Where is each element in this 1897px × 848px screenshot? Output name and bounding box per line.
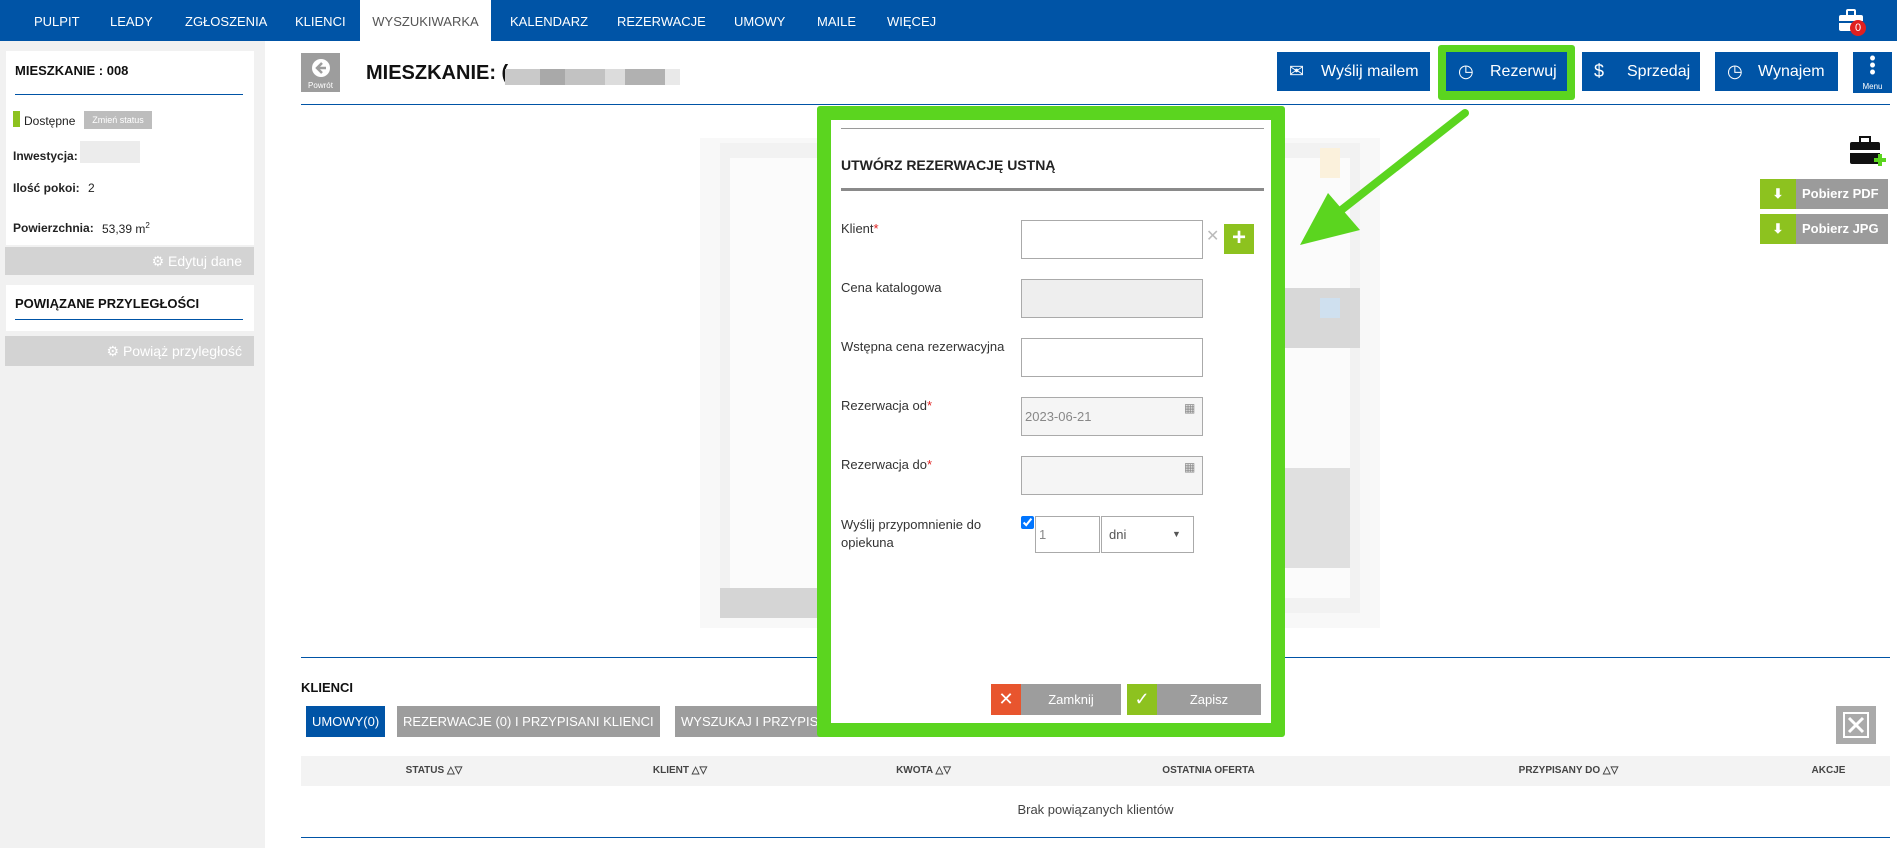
rooms-value: 2 [88,181,95,195]
check-icon: ✓ [1127,684,1157,715]
nav-item-pulpit[interactable]: PULPIT [17,0,97,41]
tab-search-assign[interactable]: WYSZUKAJ I PRZYPIS [675,706,825,737]
reservation-modal: UTWÓRZ REZERWACJĘ USTNĄ Klient* ✕ + Cena… [817,106,1285,737]
menu-button[interactable]: • • • Menu [1853,48,1892,93]
nav-item-kalendarz[interactable]: KALENDARZ [493,0,605,41]
chevron-down-icon: ▼ [1172,529,1181,539]
reminder-days-input[interactable] [1035,516,1100,553]
nav-item-umowy[interactable]: UMOWY [717,0,802,41]
col-assigned-to[interactable]: PRZYPISANY DO △▽ [1372,756,1765,786]
nav-item-wiecej[interactable]: WIĘCEJ [870,0,953,41]
nav-item-klienci[interactable]: KLIENCI [278,0,363,41]
area-value: 53,39 m2 [102,221,150,236]
col-client[interactable]: KLIENT △▽ [560,756,800,786]
rent-button[interactable]: ◷ Wynajem [1715,52,1838,91]
col-status[interactable]: STATUS △▽ [310,756,558,786]
apartment-info-card: MIESZKANIE : 008 Dostępne Zmień status I… [6,51,254,245]
modal-top-line [841,128,1264,129]
nav-item-leady[interactable]: LEADY [93,0,170,41]
add-client-button[interactable]: + [1224,224,1254,254]
cart-button[interactable]: 0 [1836,6,1866,36]
back-button[interactable]: Powrót [301,53,340,92]
initial-price-label: Wstępna cena rezerwacyjna [841,339,1005,354]
envelope-icon: ✉ [1289,61,1305,81]
reminder-checkbox[interactable] [1021,516,1034,529]
gear-icon: ⚙ [151,253,165,269]
title-redacted [505,66,680,88]
tab-reservations[interactable]: REZERWACJE (0) I PRZYPISANI KLIENCI [397,706,660,737]
save-button[interactable]: ✓ Zapisz [1127,684,1261,715]
initial-price-input[interactable] [1021,338,1203,377]
col-amount[interactable]: KWOTA △▽ [802,756,1045,786]
green-arrow-annotation [1300,109,1469,245]
download-pdf-button[interactable]: ⬇ Pobierz PDF [1760,179,1888,209]
investment-label: Inwestycja: [13,149,78,163]
cart-badge: 0 [1850,20,1866,36]
tab-contracts[interactable]: UMOWY(0) [306,706,386,737]
close-button[interactable]: ✕ Zamknij [991,684,1121,715]
reserve-button[interactable]: ◷ Rezerwuj [1446,52,1567,91]
reminder-unit-select[interactable]: dni ▼ [1101,516,1194,553]
clock-icon: ◷ [1727,61,1743,81]
area-label: Powierzchnia: [13,221,94,235]
clear-icon[interactable]: ✕ [1206,226,1219,246]
sell-button[interactable]: $ Sprzedaj [1582,52,1700,91]
client-input[interactable] [1021,220,1203,259]
col-actions: AKCJE [1811,765,1846,776]
page-title: MIESZKANIE: ( [366,62,509,84]
related-section: POWIĄZANE PRZYLEGŁOŚCI [6,285,254,331]
change-status-button[interactable]: Zmień status [84,111,152,129]
divider [15,319,243,320]
close-box-icon [1843,712,1869,738]
header-divider [301,104,1890,105]
link-adjacent-button[interactable]: ⚙ Powiąż przyległość [5,336,254,366]
excel-export-button[interactable] [1836,706,1876,744]
calendar-icon[interactable]: ▦ [1184,460,1195,474]
left-sidebar: MIESZKANIE : 008 Dostępne Zmień status I… [0,41,265,848]
clock-icon: ◷ [1458,61,1474,81]
dollar-icon: $ [1594,61,1605,81]
status-label: Dostępne [24,114,76,128]
plus-icon: + [1231,224,1246,251]
apartment-title: MIESZKANIE : 008 [15,63,129,78]
back-label: Powrót [308,81,333,90]
empty-clients-message: Brak powiązanych klientów [1017,802,1174,817]
download-jpg-button[interactable]: ⬇ Pobierz JPG [1760,214,1888,244]
top-navigation-bar: PULPIT LEADY ZGŁOSZENIA KLIENCI WYSZUKIW… [0,0,1897,41]
table-bottom-line [301,837,1890,838]
nav-item-wyszukiwarka[interactable]: WYSZUKIWARKA [360,0,491,41]
reservation-from-input[interactable] [1021,397,1203,436]
rooms-label: Ilość pokoi: [13,181,80,195]
modal-title: UTWÓRZ REZERWACJĘ USTNĄ [841,157,1056,173]
catalog-price-label: Cena katalogowa [841,280,942,295]
add-to-cart-button[interactable] [1848,134,1888,174]
nav-item-maile[interactable]: MAILE [800,0,873,41]
reservation-to-input[interactable] [1021,456,1203,495]
briefcase-plus-icon [1850,136,1886,166]
investment-value-redacted [80,141,140,163]
reminder-label: Wyślij przypomnienie do opiekuna [841,517,982,550]
download-icon: ⬇ [1760,214,1796,244]
catalog-price-input [1021,279,1203,318]
send-email-button[interactable]: ✉ Wyślij mailem [1277,52,1430,91]
vertical-dots-icon: • • • [1869,48,1876,82]
modal-title-underline [841,188,1264,191]
nav-item-rezerwacje[interactable]: REZERWACJE [600,0,723,41]
status-color-indicator [13,111,20,127]
edit-data-button[interactable]: ⚙ Edytuj dane [5,247,254,275]
client-label: Klient* [841,221,879,236]
gear-icon: ⚙ [106,343,120,359]
col-last-offer: OSTATNIA OFERTA [1162,765,1255,776]
reservation-to-label: Rezerwacja do* [841,457,933,472]
related-title: POWIĄZANE PRZYLEGŁOŚCI [15,296,200,311]
nav-item-zgloszenia[interactable]: ZGŁOSZENIA [168,0,284,41]
clients-title: KLIENCI [301,680,353,695]
divider [15,94,243,95]
close-icon: ✕ [991,684,1021,715]
download-icon: ⬇ [1760,179,1796,209]
reservation-from-label: Rezerwacja od* [841,398,933,413]
arrow-left-circle-icon [312,59,330,77]
calendar-icon[interactable]: ▦ [1184,401,1195,415]
